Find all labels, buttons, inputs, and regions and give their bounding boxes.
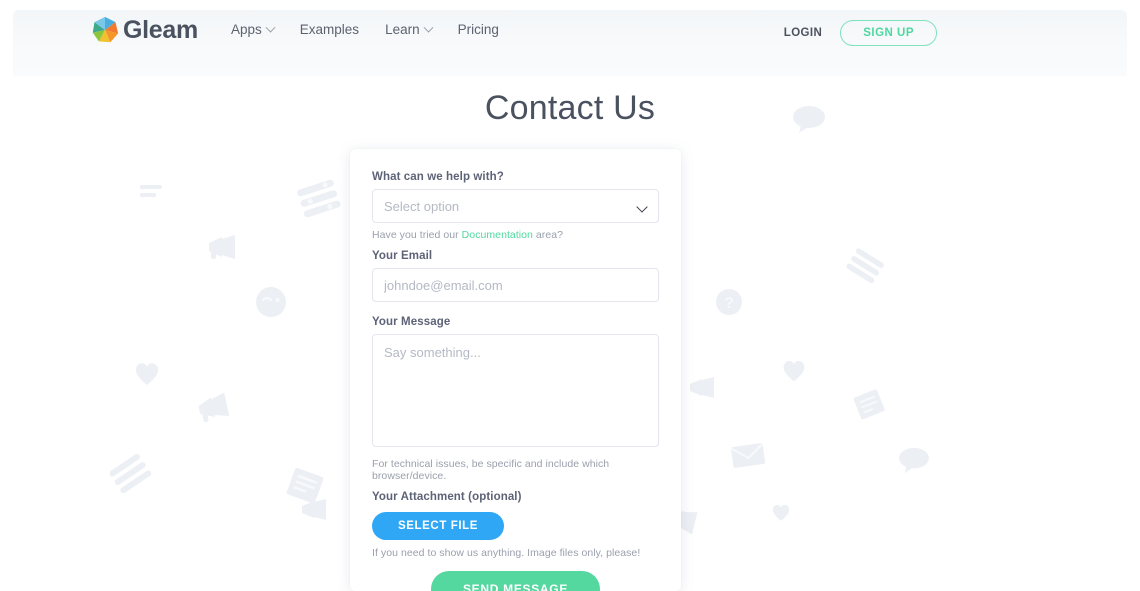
heart-icon	[783, 360, 805, 382]
chevron-down-icon	[423, 22, 434, 33]
logo[interactable]: Gleam	[91, 16, 198, 44]
message-textarea[interactable]	[372, 334, 659, 447]
documentation-link[interactable]: Documentation	[462, 229, 533, 241]
document-lines-icon	[297, 179, 341, 218]
select-file-button[interactable]: SELECT FILE	[372, 512, 505, 540]
logo-text: Gleam	[123, 16, 198, 44]
send-message-button[interactable]: SEND MESSAGE	[430, 571, 601, 591]
paper-stack-icon	[286, 467, 324, 504]
speech-lines-icon	[846, 248, 884, 284]
nav-item-learn[interactable]: Learn	[385, 22, 434, 38]
message-helper-text: For technical issues, be specific and in…	[372, 458, 610, 482]
contact-form-card: What can we help with? Select option Hav…	[350, 149, 681, 591]
message-field-label: Your Message	[372, 316, 451, 328]
site-header: Gleam Apps Examples Learn Pricing LOGIN …	[0, 0, 1140, 66]
topic-select-placeholder: Select option	[384, 198, 460, 214]
document-lines-icon	[140, 185, 162, 197]
svg-text:?: ?	[724, 295, 734, 312]
heart-icon	[772, 504, 790, 521]
speech-lines-icon	[110, 453, 152, 494]
nav-item-label: Pricing	[457, 22, 499, 37]
submit-row: SEND MESSAGE	[372, 571, 659, 591]
nav-item-pricing[interactable]: Pricing	[458, 22, 499, 38]
chat-bubble-icon	[899, 447, 929, 474]
page-root: ? Gleam Apps Examples Learn Pricing LOGI…	[0, 0, 1140, 591]
nav-item-label: Apps	[231, 22, 262, 37]
megaphone-icon	[198, 392, 230, 423]
email-field-label: Your Email	[372, 250, 433, 262]
signup-button[interactable]: SIGN UP	[840, 20, 937, 46]
nav-item-apps[interactable]: Apps	[231, 22, 276, 38]
megaphone-icon	[302, 499, 326, 520]
topic-helper-suffix: area?	[532, 229, 564, 241]
nav-item-examples[interactable]: Examples	[300, 22, 359, 38]
chevron-down-icon	[265, 22, 276, 33]
megaphone-icon	[209, 235, 235, 259]
login-link[interactable]: LOGIN	[784, 27, 822, 39]
topic-field-label: What can we help with?	[372, 171, 504, 183]
question-mark-icon: ?	[716, 289, 742, 315]
nav-item-label: Examples	[299, 22, 360, 37]
attachment-helper-text: If you need to show us anything. Image f…	[372, 547, 641, 559]
chevron-down-icon	[636, 201, 648, 213]
page-title: Contact Us	[484, 89, 656, 127]
nav-item-label: Learn	[385, 22, 420, 37]
envelope-icon	[730, 443, 766, 468]
main-nav: Apps Examples Learn Pricing	[231, 22, 499, 38]
topic-select[interactable]: Select option	[372, 189, 659, 223]
topic-helper-prefix: Have you tried our	[372, 229, 462, 241]
megaphone-icon	[690, 377, 714, 398]
smiley-face-icon	[256, 287, 286, 317]
gleam-pinwheel-logo-icon	[92, 16, 119, 43]
auth-actions: LOGIN SIGN UP	[784, 20, 937, 46]
email-input[interactable]	[372, 268, 659, 302]
heart-icon	[135, 363, 159, 385]
topic-helper-text: Have you tried our Documentation area?	[372, 229, 659, 241]
paper-stack-icon	[853, 389, 885, 420]
attachment-field-label: Your Attachment (optional)	[372, 491, 522, 503]
